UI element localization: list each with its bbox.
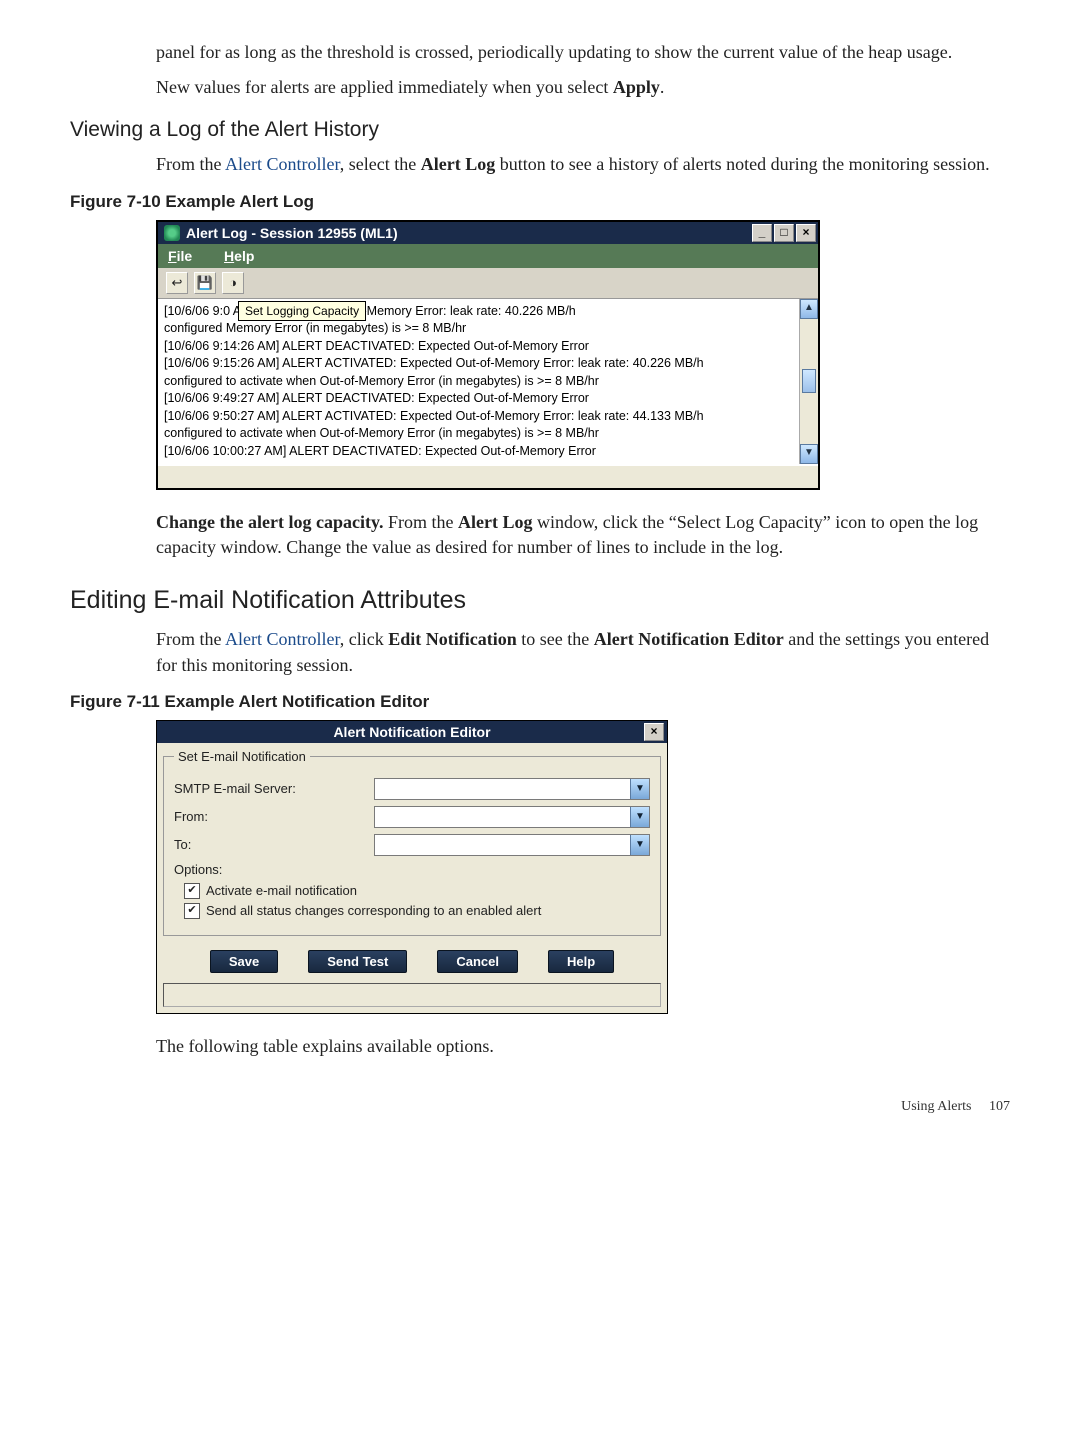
log-area: Set Logging Capacity [10/6/06 9:0 ATED: … xyxy=(158,299,818,465)
close-button[interactable]: × xyxy=(796,224,816,242)
run-in-heading: Change the alert log capacity. xyxy=(156,512,383,532)
paragraph: Change the alert log capacity. From the … xyxy=(156,510,1010,560)
back-icon[interactable]: ↩ xyxy=(166,272,188,294)
menu-file[interactable]: File xyxy=(168,248,192,264)
log-line: [10/6/06 9:15:26 AM] ALERT ACTIVATED: Ex… xyxy=(164,355,793,373)
tooltip-set-logging-capacity: Set Logging Capacity xyxy=(238,301,366,322)
button-row: Save Send Test Cancel Help xyxy=(157,950,667,973)
log-capacity-icon[interactable]: ◑ xyxy=(222,272,244,294)
page-number: 107 xyxy=(989,1099,1010,1114)
text-bold: Alert Notification Editor xyxy=(594,629,784,649)
paragraph: panel for as long as the threshold is cr… xyxy=(156,40,1010,65)
smtp-server-combobox[interactable]: ▼ xyxy=(374,778,650,800)
from-label: From: xyxy=(174,809,374,824)
menubar: File Help xyxy=(158,244,818,268)
heading-email: Editing E-mail Notification Attributes xyxy=(70,586,1010,615)
log-line: [10/6/06 10:00:27 AM] ALERT DEACTIVATED:… xyxy=(164,443,793,461)
text: From the xyxy=(383,512,458,532)
menu-help[interactable]: Help xyxy=(224,248,254,264)
log-line: [10/6/06 9:50:27 AM] ALERT ACTIVATED: Ex… xyxy=(164,408,793,426)
paragraph: From the Alert Controller, click Edit No… xyxy=(156,627,1010,677)
app-icon xyxy=(164,225,180,241)
close-button[interactable]: × xyxy=(644,723,664,741)
alert-controller-link[interactable]: Alert Controller xyxy=(225,154,340,174)
text: . xyxy=(660,77,665,97)
checkbox-label: Send all status changes corresponding to… xyxy=(206,903,541,918)
scroll-track[interactable] xyxy=(800,319,818,445)
log-line: configured Memory Error (in megabytes) i… xyxy=(164,320,793,338)
chevron-down-icon[interactable]: ▼ xyxy=(630,807,649,827)
log-line: [10/6/06 9:14:26 AM] ALERT DEACTIVATED: … xyxy=(164,338,793,356)
log-line: configured to activate when Out-of-Memor… xyxy=(164,373,793,391)
text: button to see a history of alerts noted … xyxy=(495,154,989,174)
smtp-label: SMTP E-mail Server: xyxy=(174,781,374,796)
help-button[interactable]: Help xyxy=(548,950,614,973)
text-bold: Alert Log xyxy=(421,154,495,174)
log-line: [10/6/06 9:49:27 AM] ALERT DEACTIVATED: … xyxy=(164,390,793,408)
from-combobox[interactable]: ▼ xyxy=(374,806,650,828)
cancel-button[interactable]: Cancel xyxy=(437,950,518,973)
text: From the xyxy=(156,629,225,649)
window-title: Alert Notification Editor xyxy=(333,724,490,740)
alert-log-window: Alert Log - Session 12955 (ML1) _ □ × Fi… xyxy=(156,220,820,491)
maximize-button[interactable]: □ xyxy=(774,224,794,242)
heading-view-log: Viewing a Log of the Alert History xyxy=(70,118,1010,142)
to-combobox[interactable]: ▼ xyxy=(374,834,650,856)
apply-label: Apply xyxy=(613,77,660,97)
text: From the xyxy=(156,154,225,174)
text-bold: Edit Notification xyxy=(388,629,517,649)
text-bold: Alert Log xyxy=(458,512,532,532)
log-line: configured to activate when Out-of-Memor… xyxy=(164,425,793,443)
fieldset-legend: Set E-mail Notification xyxy=(174,749,310,764)
status-bar xyxy=(163,983,661,1007)
activate-email-checkbox[interactable]: ✔ xyxy=(184,883,200,899)
page-footer: Using Alerts 107 xyxy=(70,1099,1010,1115)
alert-notification-editor: Alert Notification Editor × Set E-mail N… xyxy=(156,720,668,1014)
send-all-status-checkbox[interactable]: ✔ xyxy=(184,903,200,919)
save-button[interactable]: Save xyxy=(210,950,278,973)
save-icon[interactable]: 💾 xyxy=(194,272,216,294)
paragraph: The following table explains available o… xyxy=(156,1034,1010,1059)
to-label: To: xyxy=(174,837,374,852)
send-test-button[interactable]: Send Test xyxy=(308,950,407,973)
chevron-down-icon[interactable]: ▼ xyxy=(630,779,649,799)
text: New values for alerts are applied immedi… xyxy=(156,77,613,97)
options-label: Options: xyxy=(174,862,650,877)
titlebar[interactable]: Alert Notification Editor × xyxy=(157,721,667,743)
alert-controller-link[interactable]: Alert Controller xyxy=(225,629,340,649)
text: , select the xyxy=(340,154,421,174)
figure-caption: Figure 7-10 Example Alert Log xyxy=(70,192,1010,212)
figure-caption: Figure 7-11 Example Alert Notification E… xyxy=(70,692,1010,712)
paragraph: From the Alert Controller, select the Al… xyxy=(156,152,1010,177)
text: , click xyxy=(340,629,388,649)
minimize-button[interactable]: _ xyxy=(752,224,772,242)
checkbox-label: Activate e-mail notification xyxy=(206,883,357,898)
scroll-thumb[interactable] xyxy=(802,369,816,393)
vertical-scrollbar[interactable]: ▲ ▼ xyxy=(799,299,818,465)
chevron-down-icon[interactable]: ▼ xyxy=(630,835,649,855)
titlebar[interactable]: Alert Log - Session 12955 (ML1) _ □ × xyxy=(158,222,818,244)
scroll-up-icon[interactable]: ▲ xyxy=(800,299,818,319)
scroll-down-icon[interactable]: ▼ xyxy=(800,444,818,464)
text: to see the xyxy=(517,629,594,649)
email-notification-fieldset: Set E-mail Notification SMTP E-mail Serv… xyxy=(163,749,661,936)
paragraph: New values for alerts are applied immedi… xyxy=(156,75,1010,100)
log-text[interactable]: Set Logging Capacity [10/6/06 9:0 ATED: … xyxy=(158,299,799,465)
status-bar xyxy=(158,464,818,488)
footer-section: Using Alerts xyxy=(901,1099,971,1114)
window-title: Alert Log - Session 12955 (ML1) xyxy=(186,225,398,241)
toolbar: ↩ 💾 ◑ xyxy=(158,268,818,299)
